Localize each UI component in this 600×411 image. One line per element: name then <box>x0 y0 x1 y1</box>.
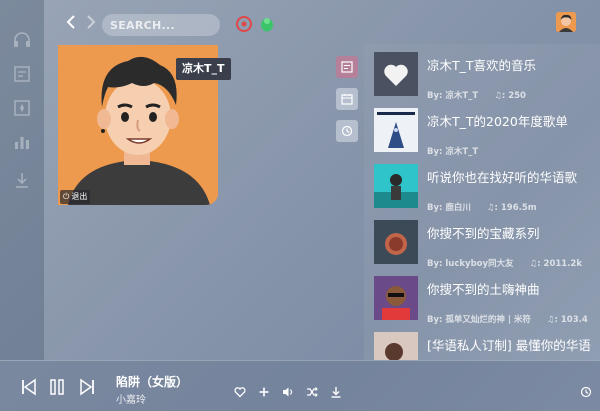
sidebar <box>0 0 44 360</box>
pause-icon[interactable] <box>48 378 66 396</box>
playlist-cover <box>374 164 418 208</box>
playlist-title: 听说你也在找好听的华语歌 <box>427 170 578 185</box>
volume-icon[interactable] <box>282 383 294 397</box>
player-bar: 陷阱（女版） 小嘉玲 <box>0 360 600 411</box>
download-icon[interactable] <box>12 170 32 190</box>
add-icon[interactable] <box>258 383 270 397</box>
logout-button[interactable]: ⏻ 退出 <box>60 190 91 204</box>
list-item[interactable]: 凉木T_T的2020年度歌单 By: 凉木T_T <box>364 104 600 160</box>
previous-track-icon[interactable] <box>20 378 38 396</box>
netease-music-icon[interactable] <box>236 16 252 32</box>
history-icon <box>341 125 353 137</box>
playlist-meta: By: 鹿白川 ♫: 196.5m <box>427 203 537 213</box>
playlist-list: 凉木T_T喜欢的音乐 By: 凉木T_T ♫: 250 凉木T_T的2020年度歌… <box>364 44 600 360</box>
playlist-title: 凉木T_T的2020年度歌单 <box>427 114 568 129</box>
album-icon <box>341 94 353 105</box>
album-view-button[interactable] <box>336 88 358 110</box>
top-bar <box>44 0 600 44</box>
playlist-cover <box>374 276 418 320</box>
playlist-icon <box>341 61 353 73</box>
username-label: 凉木T_T <box>176 58 231 80</box>
search-input[interactable] <box>102 14 220 36</box>
shuffle-icon[interactable] <box>306 383 318 397</box>
playlist-view-button[interactable] <box>336 56 358 78</box>
logout-label: 退出 <box>71 192 88 201</box>
collection-icon[interactable] <box>12 98 32 118</box>
playlist-title: 你搜不到的宝藏系列 <box>427 226 540 241</box>
playlist-cover <box>374 332 418 360</box>
power-icon: ⏻ <box>63 192 70 201</box>
history-icon[interactable] <box>580 383 592 398</box>
list-item[interactable]: 你搜不到的土嗨神曲 By: 孤单又灿烂的神 | 米符 ♫: 103.4 <box>364 272 600 328</box>
playlist-title: 你搜不到的土嗨神曲 <box>427 282 540 297</box>
forward-arrow-icon[interactable] <box>84 14 98 30</box>
playlist-cover <box>374 52 418 96</box>
back-arrow-icon[interactable] <box>64 14 78 30</box>
song-title: 陷阱（女版） <box>116 375 189 389</box>
song-artist: 小嘉玲 <box>116 395 146 406</box>
user-avatar[interactable] <box>556 12 576 32</box>
playlist-cover <box>374 108 418 152</box>
next-track-icon[interactable] <box>78 378 96 396</box>
like-heart-icon[interactable] <box>234 383 246 398</box>
playlist-meta: By: luckyboy同大友 ♫: 2011.2k <box>427 259 582 269</box>
playlist-title: 凉木T_T喜欢的音乐 <box>427 58 537 73</box>
list-item[interactable]: 凉木T_T喜欢的音乐 By: 凉木T_T ♫: 250 <box>364 48 600 104</box>
headphones-icon[interactable] <box>12 30 32 50</box>
playlist-meta: By: 孤单又灿烂的神 | 米符 ♫: 103.4 <box>427 315 588 325</box>
download-icon[interactable] <box>330 383 342 398</box>
list-item[interactable]: 听说你也在找好听的华语歌 By: 鹿白川 ♫: 196.5m <box>364 160 600 216</box>
history-view-button[interactable] <box>336 120 358 142</box>
chart-icon[interactable] <box>12 132 32 152</box>
playlist-cover <box>374 220 418 264</box>
list-item[interactable]: [华语私人订制] 最懂你的华语 <box>364 328 600 360</box>
qq-music-icon[interactable] <box>259 16 275 32</box>
playlist-icon[interactable] <box>12 64 32 84</box>
playlist-meta: By: 凉木T_T <box>427 147 479 157</box>
playlist-title: [华语私人订制] 最懂你的华语 <box>427 338 591 353</box>
playlist-meta: By: 凉木T_T ♫: 250 <box>427 91 526 101</box>
list-item[interactable]: 你搜不到的宝藏系列 By: luckyboy同大友 ♫: 2011.2k <box>364 216 600 272</box>
